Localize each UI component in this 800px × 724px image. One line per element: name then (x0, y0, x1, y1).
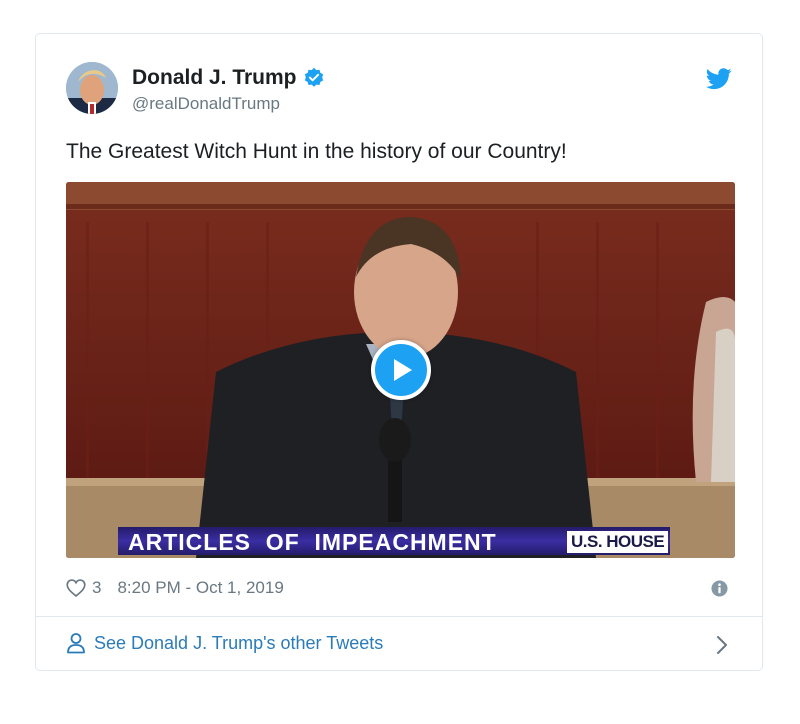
play-button[interactable] (371, 340, 431, 400)
play-icon (394, 359, 412, 381)
author-name-text: Donald J. Trump (132, 66, 297, 89)
twitter-bird-icon[interactable] (706, 68, 732, 90)
see-other-tweets-link[interactable]: See Donald J. Trump's other Tweets (66, 632, 383, 654)
author-name[interactable]: Donald J. Trump (132, 66, 325, 90)
video-caption-text: ARTICLES OF IMPEACHMENT (128, 529, 497, 555)
tweet-timestamp[interactable]: 8:20 PM - Oct 1, 2019 (117, 578, 283, 598)
embedded-tweet-card: Donald J. Trump @realDonaldTrump The Gre… (35, 33, 763, 671)
author-handle[interactable]: @realDonaldTrump (132, 94, 280, 114)
verified-badge-icon (304, 67, 323, 87)
heart-icon[interactable] (66, 578, 86, 598)
tweet-meta: 3 8:20 PM - Oct 1, 2019 (66, 578, 284, 598)
avatar-photo (66, 62, 118, 114)
channel-tag: U.S. HOUSE (567, 531, 669, 553)
divider (36, 616, 762, 617)
tweet-text: The Greatest Witch Hunt in the history o… (66, 140, 567, 163)
like-count[interactable]: 3 (92, 578, 101, 598)
person-icon (67, 633, 85, 654)
author-avatar[interactable] (66, 62, 118, 114)
info-icon[interactable] (711, 580, 728, 597)
see-other-tweets-label: See Donald J. Trump's other Tweets (94, 632, 384, 653)
video-player[interactable]: ARTICLES OF IMPEACHMENT U.S. HOUSE (66, 182, 735, 558)
chevron-right-icon[interactable] (716, 635, 728, 655)
